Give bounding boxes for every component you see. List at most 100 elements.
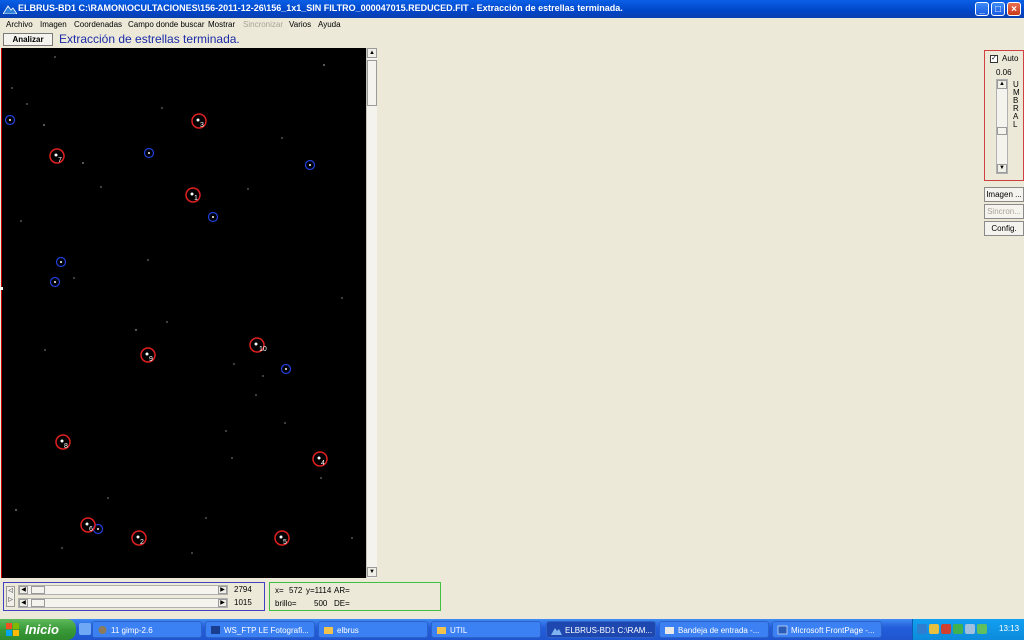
star-marker[interactable]: 4: [312, 451, 328, 467]
star-marker[interactable]: 7: [49, 148, 65, 164]
tray-safely-remove-icon[interactable]: [965, 624, 975, 634]
minimize-button[interactable]: _: [975, 2, 989, 16]
threshold-slider[interactable]: ▲ ▼: [996, 79, 1008, 174]
scroll-left-button[interactable]: ◀: [19, 586, 28, 594]
coordinates-panel: x= 572 y=1114 AR= brillo= 500 DE=: [269, 582, 441, 611]
menu-ayuda[interactable]: Ayuda: [318, 20, 341, 29]
mountain-icon: [3, 5, 17, 14]
background-stars: [11, 56, 353, 554]
gimp-icon: [98, 626, 107, 634]
star-marker[interactable]: 10: [249, 337, 267, 353]
star-marker[interactable]: 2: [131, 530, 147, 546]
scroll-down-button[interactable]: ▼: [367, 567, 377, 577]
catalog-markers: [4, 114, 316, 535]
taskbar-item-elbrus-app[interactable]: ELBRUS-BD1 C:\RAM...: [546, 621, 656, 638]
folder-icon: [437, 627, 446, 634]
star-marker[interactable]: 5: [274, 530, 290, 546]
sincron-button: Sincron...: [984, 204, 1024, 219]
menu-imagen[interactable]: Imagen: [40, 20, 67, 29]
scroll-y-value: 1015: [234, 598, 252, 607]
scroll-thumb[interactable]: [367, 60, 377, 106]
window-title: ELBRUS-BD1 C:\RAMON\OCULTACIONES\156-201…: [18, 3, 623, 13]
auto-checkbox[interactable]: ✓: [990, 55, 998, 63]
menu-mostrar[interactable]: Mostrar: [208, 20, 235, 29]
title-bar[interactable]: ELBRUS-BD1 C:\RAMON\OCULTACIONES\156-201…: [0, 0, 1024, 18]
taskbar-item-gimp[interactable]: 11 gimp-2.6: [92, 621, 202, 638]
threshold-value: 0.06: [996, 68, 1012, 77]
star-label: 8: [64, 443, 68, 450]
frontpage-icon: [777, 625, 788, 635]
mail-icon: [665, 627, 674, 634]
star-label: 10: [259, 346, 267, 353]
tray-security-icon[interactable]: [929, 624, 939, 634]
start-button[interactable]: Inicio: [0, 619, 76, 640]
taskbar-item-frontpage[interactable]: Microsoft FrontPage -...: [772, 621, 882, 638]
taskbar-item-elbrus-folder[interactable]: elbrus: [318, 621, 428, 638]
menu-sincronizar: Sincronizar: [243, 20, 284, 29]
taskbar-item-ws-ftp[interactable]: WS_FTP LE Fotografi...: [205, 621, 315, 638]
menu-varios[interactable]: Varios: [289, 20, 311, 29]
y-label: y=1114: [306, 586, 332, 595]
scroll-up-button[interactable]: ▲: [367, 48, 377, 58]
menu-coordenadas[interactable]: Coordenadas: [74, 20, 122, 29]
folder-icon: [324, 627, 333, 634]
brillo-label: brillo=: [275, 599, 297, 608]
detected-stars: 1 2 3 4 5 6 7 8 9 10: [49, 113, 328, 546]
maximize-button[interactable]: □: [991, 2, 1005, 16]
close-button[interactable]: ×: [1007, 2, 1021, 16]
imagen-button[interactable]: Imagen ...: [984, 187, 1024, 202]
start-label: Inicio: [25, 622, 59, 637]
star-label: 3: [200, 122, 204, 129]
horizontal-scroll-y[interactable]: ◀ ▶: [18, 598, 228, 608]
menu-archivo[interactable]: Archivo: [6, 20, 33, 29]
quick-launch-icon[interactable]: [79, 623, 91, 635]
catalog-marker-dots: [9, 119, 311, 530]
taskbar-item-util-folder[interactable]: UTIL: [431, 621, 541, 638]
navigation-panel: ◁ ▷ ◀ ▶ 2794 ◀ ▶ 1015: [3, 582, 265, 611]
scroll-x-value: 2794: [234, 585, 252, 594]
config-button[interactable]: Config.: [984, 221, 1024, 236]
star-label: 6: [89, 526, 93, 533]
tray-wifi-icon[interactable]: [977, 624, 987, 634]
tray-update-icon[interactable]: [953, 624, 963, 634]
star-label: 4: [321, 460, 325, 467]
scroll-right-button[interactable]: ▶: [218, 599, 227, 607]
tray-network-icon[interactable]: [917, 624, 927, 634]
ar-label: AR=: [334, 586, 350, 595]
slider-down-button[interactable]: ▼: [997, 164, 1007, 173]
star-marker[interactable]: 1: [185, 187, 201, 203]
star-label: 2: [140, 539, 144, 546]
expand-arrows-icon[interactable]: ◁ ▷: [6, 586, 15, 607]
scroll-thumb[interactable]: [31, 599, 45, 607]
analyze-button[interactable]: Analizar: [3, 33, 53, 46]
taskbar-item-inbox[interactable]: Bandeja de entrada -...: [659, 621, 769, 638]
taskbar: Inicio 11 gimp-2.6 WS_FTP LE Fotografi..…: [0, 619, 1024, 640]
threshold-panel: ✓ Auto 0.06 ▲ ▼ U M B R A L: [984, 50, 1024, 181]
star-label: 7: [58, 157, 62, 164]
star-marker[interactable]: 9: [140, 347, 156, 363]
slider-up-button[interactable]: ▲: [997, 80, 1007, 89]
slider-thumb[interactable]: [997, 127, 1007, 135]
horizontal-scroll-x[interactable]: ◀ ▶: [18, 585, 228, 595]
star-marker[interactable]: 8: [55, 434, 71, 450]
de-label: DE=: [334, 599, 350, 608]
auto-label: Auto: [1002, 54, 1019, 63]
star-marker[interactable]: 6: [80, 517, 96, 533]
star-marker[interactable]: 3: [191, 113, 207, 129]
scroll-thumb[interactable]: [31, 586, 45, 594]
status-message: Extracción de estrellas terminada.: [59, 32, 240, 46]
ftp-icon: [211, 626, 220, 634]
star-image-viewer[interactable]: 1 2 3 4 5 6 7 8 9 10: [1, 48, 367, 578]
x-value: 572: [289, 586, 303, 595]
system-tray: 13:13: [912, 619, 1024, 640]
scroll-left-button[interactable]: ◀: [19, 599, 28, 607]
star-field[interactable]: 1 2 3 4 5 6 7 8 9 10: [2, 48, 367, 578]
menu-campo-donde-buscar[interactable]: Campo donde buscar: [128, 20, 205, 29]
scroll-right-button[interactable]: ▶: [218, 586, 227, 594]
viewer-vertical-scrollbar[interactable]: ▲ ▼: [366, 48, 377, 578]
star-label: 1: [194, 195, 198, 202]
star-label: 9: [149, 356, 153, 363]
windows-logo-icon: [6, 623, 19, 636]
clock[interactable]: 13:13: [999, 624, 1019, 633]
tray-antivirus-icon[interactable]: [941, 624, 951, 634]
